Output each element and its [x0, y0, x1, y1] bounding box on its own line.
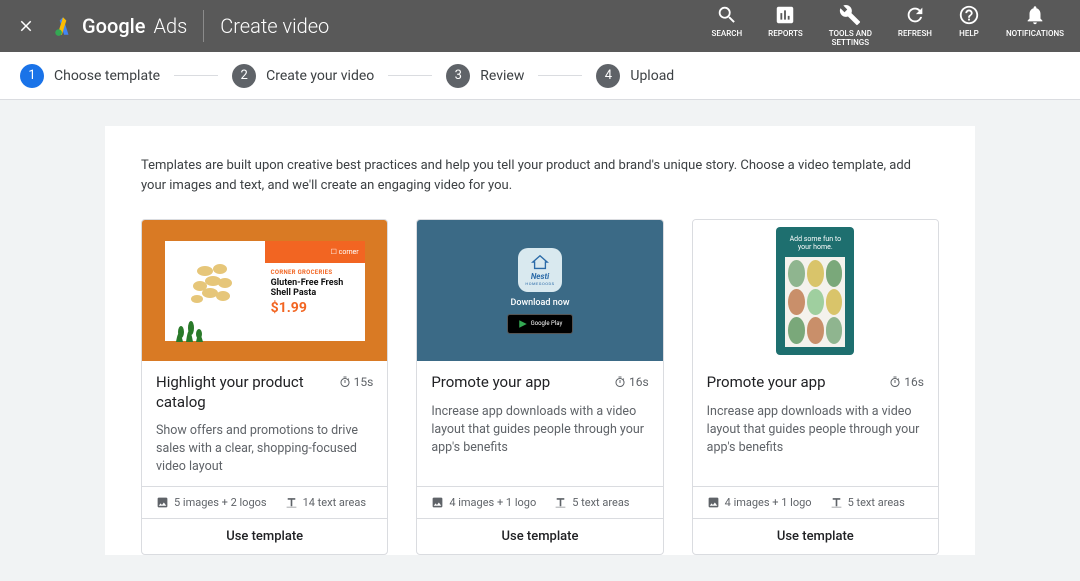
template-duration: 16s	[889, 375, 924, 389]
step-number: 2	[232, 64, 256, 88]
tool-label: TOOLS AND SETTINGS	[829, 30, 872, 48]
template-meta: 4 images + 1 logo 5 text areas	[693, 486, 938, 518]
timer-icon	[339, 376, 351, 388]
template-title: Highlight your product catalog	[156, 373, 311, 412]
stepper: 1 Choose template 2 Create your video 3 …	[0, 52, 1080, 100]
step-label: Choose template	[54, 68, 160, 84]
step-divider	[538, 75, 582, 76]
step-label: Create your video	[266, 68, 374, 84]
brand-google-text: Google	[82, 14, 145, 38]
template-desc: Show offers and promotions to drive sale…	[156, 422, 373, 476]
page-title: Create video	[220, 14, 329, 38]
use-template-button[interactable]: Use template	[417, 518, 662, 554]
meta-text: 5 text areas	[572, 496, 629, 509]
app-name: Nesti	[531, 272, 549, 281]
download-text: Download now	[510, 298, 569, 308]
timer-icon	[614, 376, 626, 388]
badge-text: Google Play	[531, 320, 563, 327]
thumb-product: Gluten-Free Fresh Shell Pasta	[271, 278, 359, 299]
thumb-headline: Add some fun to your home.	[782, 235, 848, 252]
timer-icon	[889, 376, 901, 388]
tool-refresh[interactable]: REFRESH	[898, 4, 932, 39]
step-review[interactable]: 3 Review	[446, 64, 524, 88]
help-icon	[958, 4, 980, 26]
brand-ads-text: Ads	[153, 14, 187, 38]
image-icon	[156, 496, 169, 509]
thumb-price: $1.99	[271, 300, 359, 316]
meta-images: 4 images + 1 logo	[449, 496, 536, 509]
intro-text: Templates are built upon creative best p…	[141, 156, 939, 195]
close-icon[interactable]	[16, 16, 36, 36]
template-meta: 5 images + 2 logos 14 text areas	[142, 486, 387, 518]
template-duration: 15s	[339, 375, 374, 389]
app-sub: HOMEGOODS	[525, 281, 554, 286]
template-thumbnail: Nesti HOMEGOODS Download now Google Play	[417, 220, 662, 361]
tool-label: REFRESH	[898, 30, 932, 39]
text-icon	[830, 496, 843, 509]
main-area: Templates are built upon creative best p…	[0, 100, 1080, 555]
duration-value: 16s	[904, 375, 924, 389]
thumb-store: CORNER GROCERIES	[271, 269, 359, 276]
use-template-button[interactable]: Use template	[693, 518, 938, 554]
header-tools: SEARCH REPORTS TOOLS AND SETTINGS REFRES…	[712, 4, 1064, 48]
template-duration: 16s	[614, 375, 649, 389]
tool-search[interactable]: SEARCH	[712, 4, 743, 39]
step-choose-template[interactable]: 1 Choose template	[20, 64, 160, 88]
step-number: 1	[20, 64, 44, 88]
step-number: 4	[596, 64, 620, 88]
template-meta: 4 images + 1 logo 5 text areas	[417, 486, 662, 518]
text-icon	[285, 496, 298, 509]
meta-text: 14 text areas	[303, 496, 366, 509]
image-icon	[431, 496, 444, 509]
tool-help[interactable]: HELP	[958, 4, 980, 39]
template-thumbnail: ☐ corner CORNER GROCERIES Gluten-Free Fr…	[142, 220, 387, 361]
meta-images: 5 images + 2 logos	[174, 496, 267, 509]
app-header: Google Ads Create video SEARCH REPORTS T…	[0, 0, 1080, 52]
step-divider	[174, 75, 218, 76]
google-ads-icon	[52, 15, 74, 37]
template-title: Promote your app	[707, 373, 826, 393]
tool-reports[interactable]: REPORTS	[768, 4, 803, 39]
tools-icon	[839, 4, 861, 26]
search-icon	[716, 4, 738, 26]
duration-value: 15s	[354, 375, 374, 389]
step-label: Upload	[630, 68, 674, 84]
templates-row: ☐ corner CORNER GROCERIES Gluten-Free Fr…	[141, 219, 939, 555]
template-card-app-1: Nesti HOMEGOODS Download now Google Play…	[416, 219, 663, 555]
tool-settings[interactable]: TOOLS AND SETTINGS	[829, 4, 872, 48]
tool-label: HELP	[959, 30, 979, 39]
app-icon: Nesti HOMEGOODS	[518, 248, 562, 292]
brand-logo: Google Ads	[52, 14, 187, 38]
reports-icon	[774, 4, 796, 26]
template-desc: Increase app downloads with a video layo…	[707, 403, 924, 457]
use-template-button[interactable]: Use template	[142, 518, 387, 554]
tool-notifications[interactable]: NOTIFICATIONS	[1006, 4, 1064, 39]
play-badge: Google Play	[507, 314, 573, 334]
bell-icon	[1024, 4, 1046, 26]
content-card: Templates are built upon creative best p…	[105, 126, 975, 555]
tool-label: SEARCH	[712, 30, 743, 39]
text-icon	[554, 496, 567, 509]
step-upload[interactable]: 4 Upload	[596, 64, 674, 88]
template-desc: Increase app downloads with a video layo…	[431, 403, 648, 457]
template-card-catalog: ☐ corner CORNER GROCERIES Gluten-Free Fr…	[141, 219, 388, 555]
template-title: Promote your app	[431, 373, 550, 393]
step-label: Review	[480, 68, 524, 84]
step-number: 3	[446, 64, 470, 88]
meta-text: 5 text areas	[848, 496, 905, 509]
duration-value: 16s	[629, 375, 649, 389]
step-create-video[interactable]: 2 Create your video	[232, 64, 374, 88]
tool-label: REPORTS	[768, 30, 803, 39]
template-card-app-2: Add some fun to your home.	[692, 219, 939, 555]
refresh-icon	[904, 4, 926, 26]
meta-images: 4 images + 1 logo	[725, 496, 812, 509]
thumb-brand: ☐ corner	[265, 241, 365, 263]
header-divider	[203, 10, 204, 42]
tool-label: NOTIFICATIONS	[1006, 30, 1064, 39]
template-thumbnail: Add some fun to your home.	[693, 220, 938, 361]
step-divider	[388, 75, 432, 76]
image-icon	[707, 496, 720, 509]
